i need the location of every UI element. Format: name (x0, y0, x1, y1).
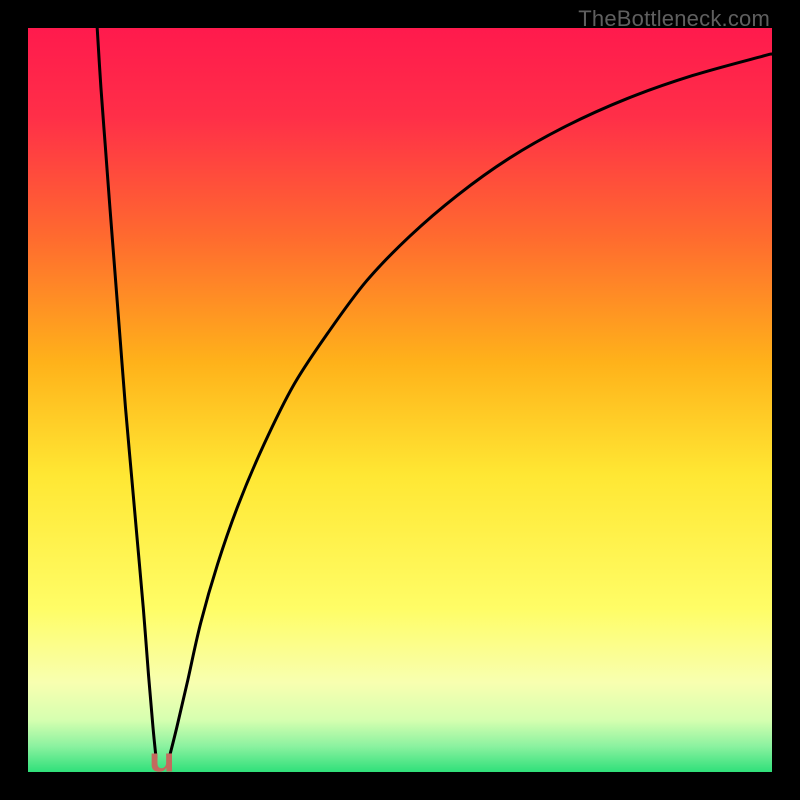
min-marker: u (149, 741, 175, 780)
watermark-text: TheBottleneck.com (578, 6, 770, 32)
plot-area: u (28, 28, 772, 772)
curve-layer (28, 28, 772, 772)
curve-left-branch (97, 28, 156, 757)
curve-right-branch (169, 54, 772, 757)
